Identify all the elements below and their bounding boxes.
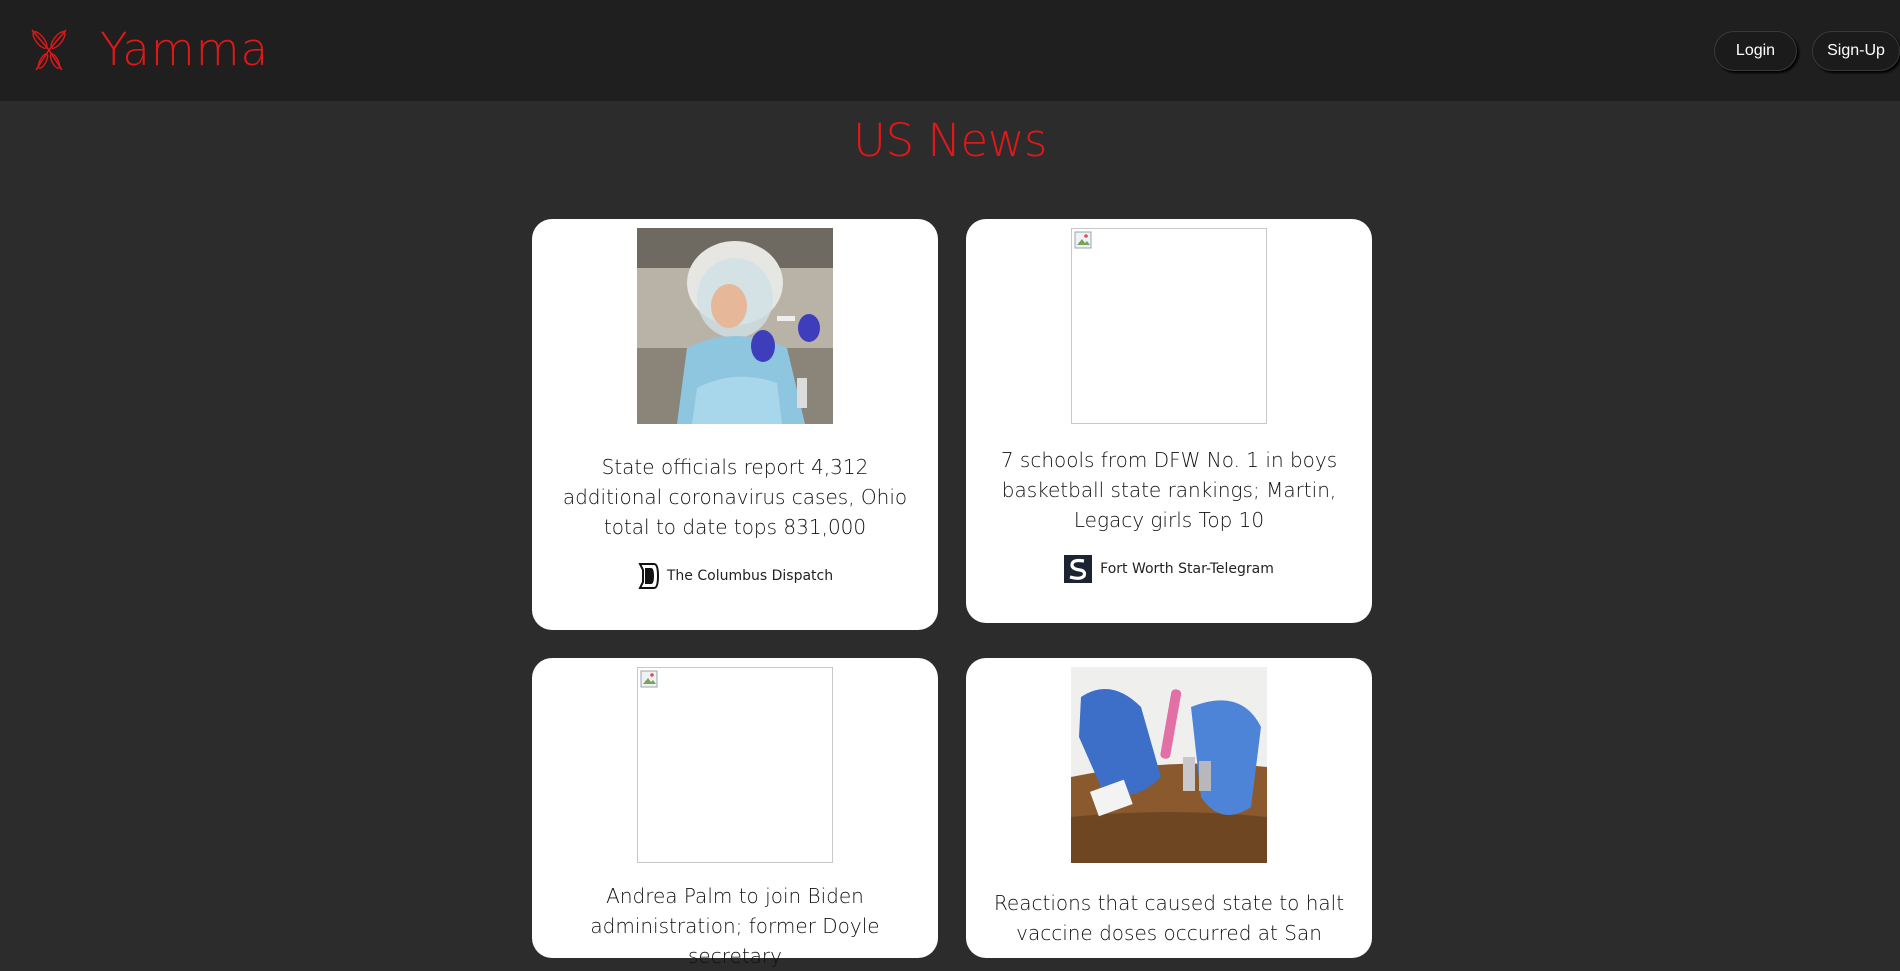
star-telegram-logo-icon	[1064, 555, 1093, 583]
page-title: US News	[853, 114, 1047, 167]
login-button[interactable]: Login	[1714, 31, 1797, 71]
columbus-dispatch-logo-icon	[638, 563, 659, 589]
photo-health-worker-icon	[637, 228, 833, 424]
signup-button[interactable]: Sign-Up	[1812, 31, 1900, 71]
news-card[interactable]: 7 schools from DFW No. 1 in boys basketb…	[966, 219, 1372, 623]
broken-image-icon	[1074, 231, 1092, 249]
broken-image-icon	[640, 670, 658, 688]
article-headline[interactable]: State officials report 4,312 additional …	[552, 452, 918, 542]
article-headline[interactable]: Andrea Palm to join Biden administration…	[552, 881, 918, 971]
article-image[interactable]	[637, 667, 833, 863]
source-name: The Columbus Dispatch	[666, 568, 834, 584]
source-name: Fort Worth Star-Telegram	[1100, 561, 1274, 577]
news-card[interactable]: Reactions that caused state to halt vacc…	[966, 658, 1372, 958]
article-source[interactable]: Fort Worth Star-Telegram	[966, 555, 1372, 583]
photo-vaccine-vials-icon	[1071, 667, 1267, 863]
top-header: Yamma Login Sign-Up	[0, 0, 1900, 101]
article-source[interactable]: The Columbus Dispatch	[532, 562, 938, 590]
article-image[interactable]	[1071, 228, 1267, 424]
article-image[interactable]	[637, 228, 833, 424]
article-headline[interactable]: Reactions that caused state to halt vacc…	[986, 888, 1352, 948]
news-card[interactable]: State officials report 4,312 additional …	[532, 219, 938, 630]
news-card[interactable]: Andrea Palm to join Biden administration…	[532, 658, 938, 968]
article-headline[interactable]: 7 schools from DFW No. 1 in boys basketb…	[986, 445, 1352, 535]
brand-name[interactable]: Yamma	[100, 22, 269, 78]
article-image[interactable]	[1071, 667, 1267, 863]
yamma-logo-icon[interactable]	[26, 26, 72, 74]
